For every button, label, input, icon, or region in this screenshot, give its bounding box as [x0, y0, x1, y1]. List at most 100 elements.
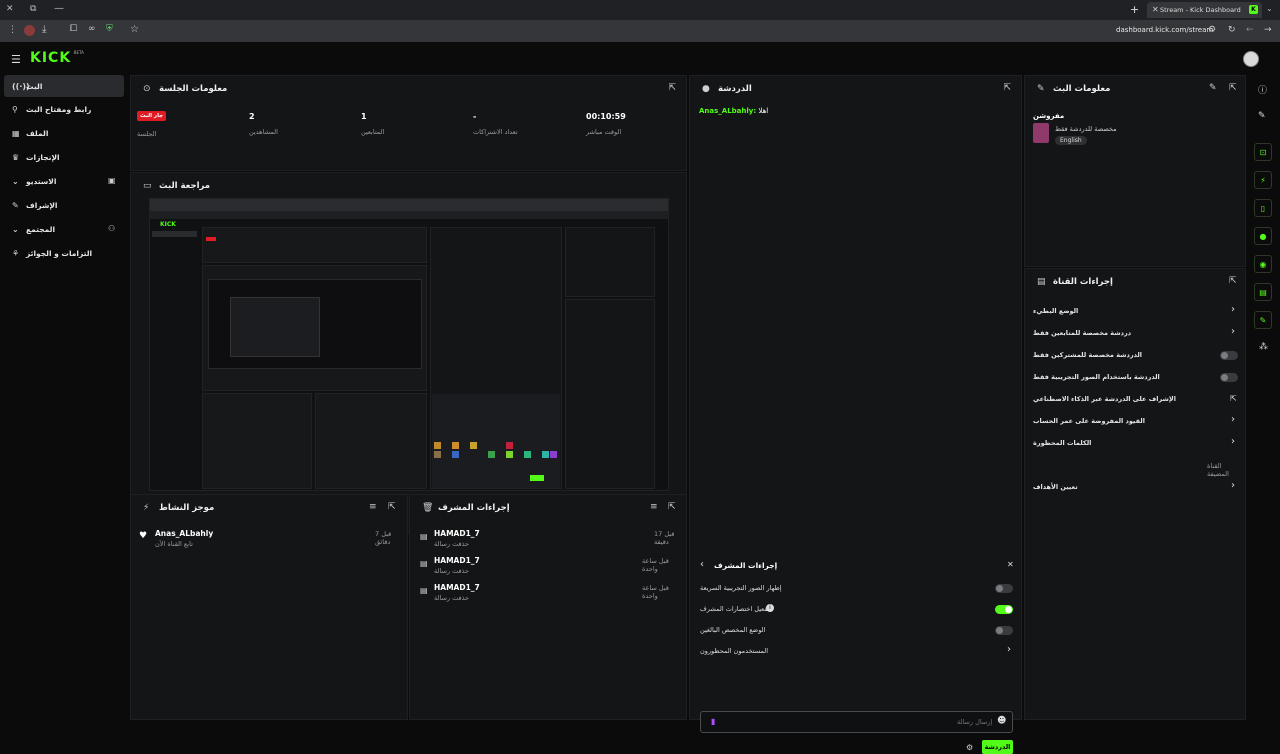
popout-icon[interactable]: ⇱: [1229, 84, 1237, 93]
panel-title: مراجعة البث: [159, 181, 211, 191]
close-window-icon[interactable]: ✕: [6, 4, 14, 14]
stat-value: 2: [249, 112, 255, 121]
rail-broadcast-icon[interactable]: ◉: [1254, 255, 1272, 273]
sidebar-item-achievements[interactable]: ♛ الإنجازات: [4, 146, 124, 168]
broadcast-icon: ((·)): [12, 81, 30, 91]
setting-label: تفعيل اختصارات المشرف: [700, 605, 770, 613]
download-icon[interactable]: ⤓: [42, 24, 46, 35]
settings-gear-icon[interactable]: ⚙: [966, 743, 973, 752]
panel-title: معلومات البث: [1053, 84, 1111, 94]
edit-pencil-icon[interactable]: ✎: [1209, 84, 1217, 93]
channel-action-row[interactable]: الإشراف على الدردشة عبر الذكاء الاصطناعي…: [1025, 391, 1247, 409]
filter-icon[interactable]: ≡: [369, 503, 377, 512]
mature-mode-toggle[interactable]: [995, 626, 1013, 635]
badge-icon[interactable]: ▮: [711, 717, 715, 726]
chat-mod-actions-popover: ‹ إجراءات المشرف ✕ إظهار الصور التجريبية…: [694, 554, 1019, 694]
mod-action-time: قبل 17 دقيقة: [654, 530, 675, 546]
chevron-right-icon: ›: [1231, 304, 1235, 315]
stream-video-preview[interactable]: KICK: [149, 198, 669, 491]
extensions-icon[interactable]: ⧠: [70, 24, 77, 34]
chat-message-text: اهلا: [758, 107, 769, 115]
rail-layout-icon[interactable]: ▤: [1254, 283, 1272, 301]
send-chat-button[interactable]: الدردشة: [982, 740, 1013, 754]
popout-icon[interactable]: ⇱: [668, 84, 676, 93]
reload-icon[interactable]: ↻: [1228, 25, 1236, 35]
emoji-icon[interactable]: ☻: [997, 716, 1006, 726]
chat-message-user[interactable]: Anas_ALbahly:: [699, 107, 756, 115]
session-label: الجلسة: [137, 130, 157, 138]
bookmark-star-icon[interactable]: ☆: [130, 24, 139, 35]
kick-logo[interactable]: KICK BETA: [30, 50, 84, 66]
popout-icon[interactable]: ⇱: [668, 503, 676, 512]
channel-action-row[interactable]: الكلمات المحظورة ›: [1025, 435, 1247, 453]
mod-action-user: HAMAD1_7: [434, 556, 480, 565]
edit-pencil-icon[interactable]: ✎: [1258, 111, 1266, 121]
set-goals-row[interactable]: تعيين الأهداف ›: [1025, 479, 1247, 497]
browser-tab[interactable]: ✕ Stream - Kick Dashboard K: [1147, 2, 1262, 18]
address-bar-url[interactable]: dashboard.kick.com/stream: [1116, 26, 1213, 34]
close-icon[interactable]: ✕: [1007, 560, 1014, 569]
forward-icon[interactable]: ←: [1246, 25, 1254, 35]
stat-label: المشاهدين: [249, 128, 278, 136]
mod-shortcuts-toggle[interactable]: [995, 605, 1013, 614]
sidebar-item-stream[interactable]: ((·)) البث: [4, 75, 124, 97]
popout-icon[interactable]: ⇱: [1003, 84, 1011, 93]
tab-title: Stream - Kick Dashboard: [1160, 6, 1241, 14]
sidebar-item-label: البث: [26, 81, 43, 91]
menu-dots-icon[interactable]: ⋮: [8, 25, 17, 35]
sidebar-item-profile[interactable]: ▦ الملف: [4, 122, 124, 144]
mod-actions-panel: 🗑 إجراءات المشرف ≡ ⇱ ▤ HAMAD1_7 حذفت رسا…: [409, 494, 687, 720]
mod-action-row: ▤ HAMAD1_7 حذفت رسالة قبل ساعة واحدة: [418, 556, 680, 578]
popout-icon[interactable]: ⇱: [1229, 277, 1237, 286]
rail-note-icon[interactable]: ▯: [1254, 199, 1272, 217]
kick-dashboard: ☰ KICK BETA ((·)) البث ⚲ رابط ومفتاح الب…: [0, 42, 1280, 754]
link-icon[interactable]: ∞: [88, 24, 96, 34]
chevron-right-icon[interactable]: ›: [1007, 644, 1011, 655]
monitor-icon: ▭: [143, 181, 152, 191]
hamburger-menu-icon[interactable]: ☰: [11, 53, 21, 66]
sidebar-item-stream-key[interactable]: ⚲ رابط ومفتاح البث: [4, 98, 124, 120]
profile-icon: ▦: [12, 128, 20, 138]
close-tab-icon[interactable]: ✕: [1152, 5, 1159, 14]
channel-action-row[interactable]: القيود المفروضة على عمر الحساب ›: [1025, 413, 1247, 431]
tune-icon[interactable]: ⚙: [1208, 25, 1216, 35]
sidebar-item-rewards[interactable]: ⚘ التزامات و الجوائز: [4, 242, 124, 264]
channel-action-row: الدردشة مخصصة للمشتركين فقط: [1025, 347, 1247, 365]
chat-message-input[interactable]: ▮ إرسال رسالة ☻: [700, 711, 1013, 733]
tab-search-icon[interactable]: ⌄: [1266, 4, 1273, 13]
stat-value: -: [473, 112, 477, 121]
channel-action-row[interactable]: دردشة مخصصة للمتابعين فقط ›: [1025, 325, 1247, 343]
rail-shapes-icon[interactable]: ⁂: [1259, 342, 1268, 352]
sidebar-item-community[interactable]: ⌄ المجتمع ⚇: [4, 218, 124, 240]
new-tab-icon[interactable]: +: [1130, 3, 1139, 16]
setting-label[interactable]: المستخدمون المحظورون: [700, 647, 768, 655]
restore-window-icon[interactable]: ⧉: [30, 4, 36, 14]
info-icon[interactable]: i: [766, 604, 774, 612]
emotes-only-toggle[interactable]: [1220, 373, 1238, 382]
subscribers-only-toggle[interactable]: [1220, 351, 1238, 360]
channel-action-row[interactable]: الوضع البطيء ›: [1025, 303, 1247, 321]
sidebar-item-studio[interactable]: ⌄ الاستديو ▣: [4, 170, 124, 192]
filter-icon[interactable]: ≡: [650, 503, 658, 512]
rail-wrench-icon[interactable]: ✎: [1254, 311, 1272, 329]
kick-favicon-icon: K: [1249, 5, 1258, 14]
back-icon[interactable]: →: [1264, 25, 1272, 35]
back-chevron-icon[interactable]: ‹: [700, 559, 704, 570]
hosted-channel-label: القناة المضيفة: [1207, 462, 1229, 478]
popout-icon[interactable]: ⇱: [388, 503, 396, 512]
sidebar-item-moderation[interactable]: ✎ الإشراف: [4, 194, 124, 216]
rail-lightning-icon[interactable]: ⚡: [1254, 171, 1272, 189]
profile-avatar-icon[interactable]: [24, 25, 35, 36]
info-icon[interactable]: ⓘ: [1258, 83, 1267, 96]
live-badge: جار البث: [137, 111, 167, 121]
minimize-window-icon[interactable]: —: [54, 3, 64, 14]
rail-action-1-icon[interactable]: ⊡: [1254, 143, 1272, 161]
sidebar-item-label: المجتمع: [26, 224, 56, 234]
mod-action-desc: حذفت رسالة: [434, 594, 470, 602]
user-avatar[interactable]: [1243, 51, 1259, 67]
quick-emotes-toggle[interactable]: [995, 584, 1013, 593]
channel-actions-panel: ▤ إجراءات القناة ⇱ الوضع البطيء › دردشة …: [1024, 268, 1246, 720]
rail-chat-icon[interactable]: ●: [1254, 227, 1272, 245]
popover-title: إجراءات المشرف: [714, 561, 778, 570]
shield-icon[interactable]: ⛨: [106, 24, 113, 34]
